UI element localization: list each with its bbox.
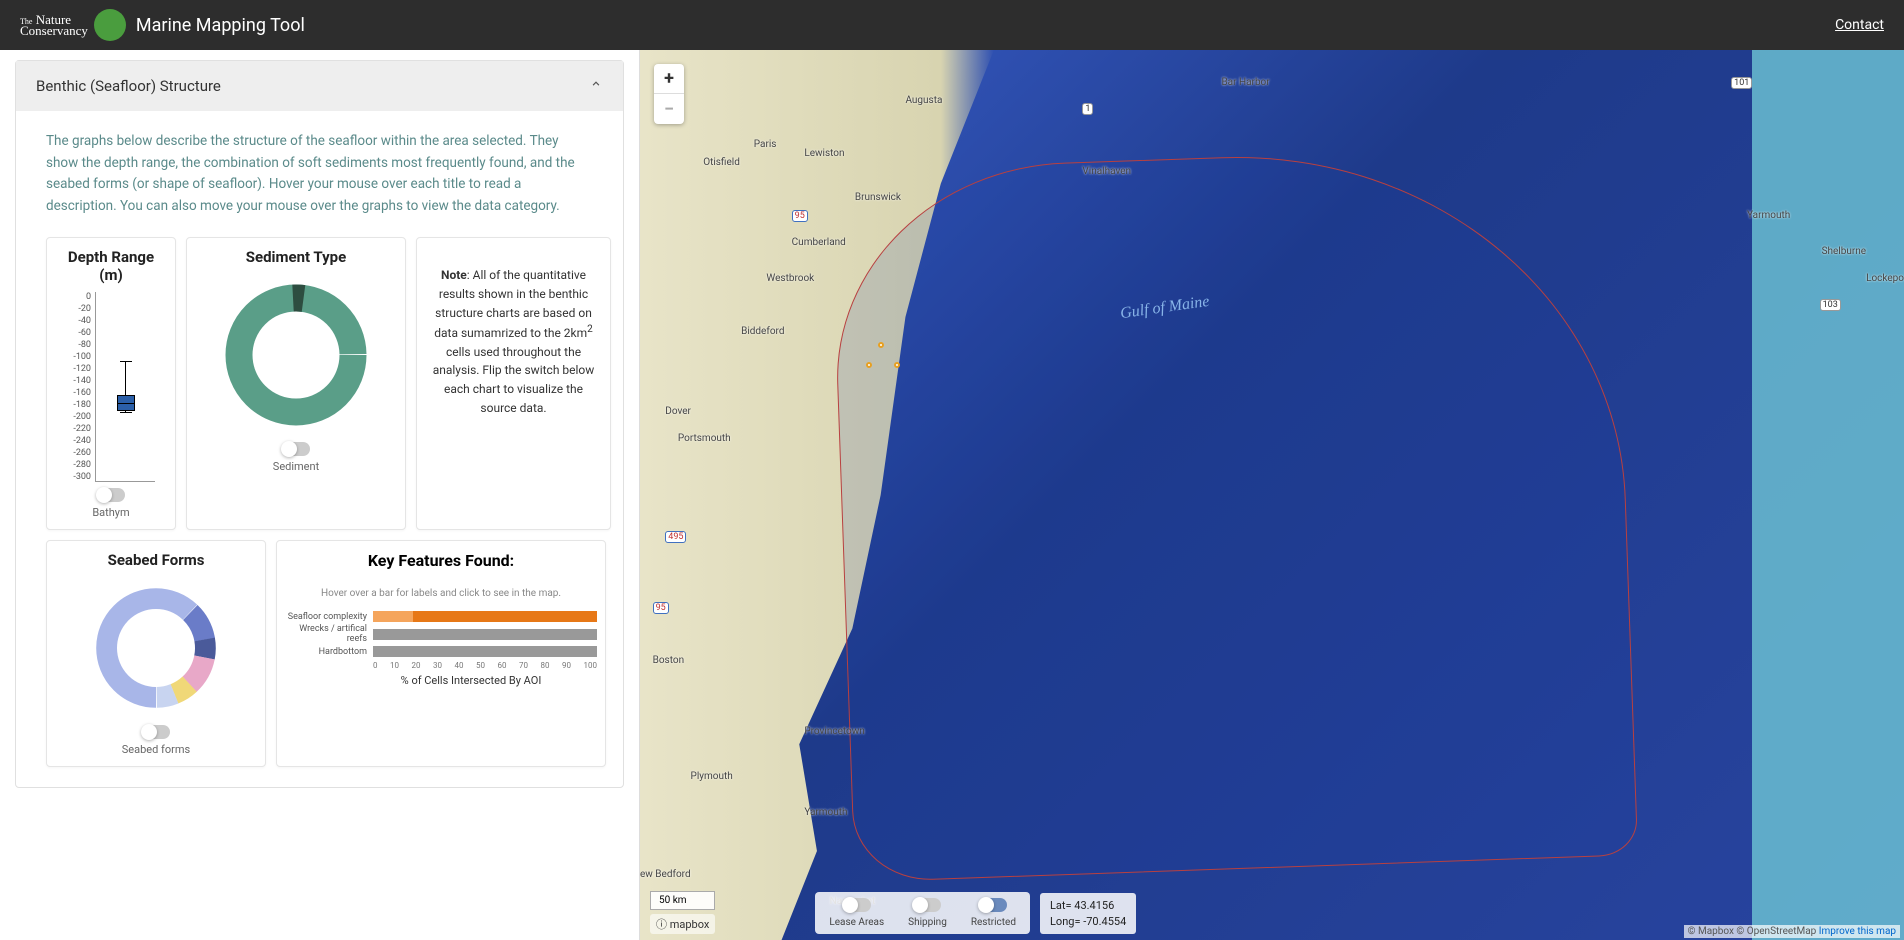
key-features-card: Key Features Found: Hover over a bar for…	[276, 540, 606, 767]
city-lewiston: Lewiston	[804, 148, 844, 159]
top-bar: The Nature Conservancy Marine Mapping To…	[0, 0, 1904, 50]
lease-label: Lease Areas	[829, 917, 884, 928]
city-biddeford: Biddeford	[741, 326, 784, 337]
sediment-toggle[interactable]	[282, 442, 310, 456]
zoom-control: + −	[654, 64, 684, 124]
zoom-out-button[interactable]: −	[654, 94, 684, 124]
panel-title: Benthic (Seafloor) Structure	[36, 77, 221, 95]
kf-title: Key Features Found:	[285, 551, 597, 570]
sediment-donut[interactable]	[221, 280, 371, 430]
map-boundary	[830, 143, 1638, 882]
aoi-triangle[interactable]	[868, 344, 898, 368]
sidebar[interactable]: Benthic (Seafloor) Structure The graphs …	[0, 50, 640, 940]
lat-value: Lat= 43.4156	[1050, 898, 1126, 913]
shipping-label: Shipping	[908, 917, 947, 928]
globe-icon	[94, 9, 126, 41]
city-bar-harbor: Bar Harbor	[1221, 77, 1269, 88]
city-otisfield: Otisfield	[703, 157, 740, 168]
city-provincetown: Provincetown	[804, 726, 864, 737]
depth-title: Depth Range (m)	[55, 248, 167, 284]
note-bold: Note	[441, 268, 467, 282]
seabed-label: Seabed forms	[122, 743, 190, 756]
city-yarmouth-ma: Yarmouth	[804, 807, 847, 818]
depth-boxplot[interactable]: 0-20-40-60-80-100-120-140-160-180-200-22…	[67, 292, 155, 482]
sediment-title: Sediment Type	[246, 248, 346, 266]
shield-i495: 495	[665, 531, 686, 543]
shield-route103: 103	[1820, 299, 1841, 311]
shield-i95-1: 95	[792, 210, 808, 222]
city-westbrook: Westbrook	[766, 273, 814, 284]
seabed-donut[interactable]	[91, 583, 221, 713]
sediment-card: Sediment Type Sediment	[186, 237, 406, 530]
seabed-card: Seabed Forms Seab	[46, 540, 266, 767]
zoom-in-button[interactable]: +	[654, 64, 684, 94]
note-body2: cells used throughout the analysis. Flip…	[433, 345, 595, 415]
coordinates: Lat= 43.4156 Long= -70.4554	[1040, 893, 1136, 934]
chevron-up-icon	[589, 77, 603, 95]
city-augusta: Augusta	[905, 95, 942, 106]
sediment-label: Sediment	[273, 460, 319, 473]
layer-toggles: Lease Areas Shipping Restricted	[815, 892, 1030, 934]
attrib-improve[interactable]: Improve this map	[1819, 926, 1896, 937]
bathym-toggle[interactable]	[97, 488, 125, 502]
attribution[interactable]: © Mapbox © OpenStreetMap Improve this ma…	[1684, 925, 1900, 938]
city-yarmouth-ns: Yarmouth	[1747, 210, 1790, 221]
shield-route101: 101	[1731, 77, 1752, 89]
shield-i95-2: 95	[653, 602, 669, 614]
city-vinalhaven: Vinalhaven	[1082, 166, 1131, 177]
city-new-bedford: ew Bedford	[640, 869, 691, 880]
note-card: Note: All of the quantitative results sh…	[416, 237, 611, 530]
city-brunswick: Brunswick	[855, 192, 901, 203]
mapbox-logo[interactable]: ⓘ mapbox	[650, 914, 715, 934]
seabed-title: Seabed Forms	[108, 551, 205, 569]
restricted-toggle[interactable]	[979, 898, 1007, 912]
note-sup: 2	[587, 324, 593, 335]
city-cumberland: Cumberland	[792, 237, 846, 248]
kf-xlabel: % of Cells Intersected By AOI	[345, 674, 597, 687]
restricted-label: Restricted	[971, 917, 1016, 928]
benthic-panel: Benthic (Seafloor) Structure The graphs …	[15, 60, 624, 788]
attrib-osm[interactable]: © OpenStreetMap	[1736, 926, 1816, 937]
kf-row-hardbottom[interactable]: Hardbottom	[285, 646, 597, 657]
app-title: Marine Mapping Tool	[136, 15, 305, 36]
kf-hint: Hover over a bar for labels and click to…	[285, 588, 597, 599]
city-lockeport: Lockepo	[1866, 273, 1904, 284]
seabed-toggle[interactable]	[142, 725, 170, 739]
city-boston: Boston	[653, 655, 685, 666]
brand: The Nature Conservancy Marine Mapping To…	[20, 9, 305, 41]
shield-route1: 1	[1082, 103, 1093, 115]
intro-text: The graphs below describe the structure …	[46, 131, 593, 217]
depth-axis: 0-20-40-60-80-100-120-140-160-180-200-22…	[67, 292, 91, 482]
city-portsmouth: Portsmouth	[678, 433, 731, 444]
bathym-label: Bathym	[92, 506, 129, 519]
city-paris: Paris	[754, 139, 777, 150]
lease-areas-toggle[interactable]	[843, 898, 871, 912]
logo-conservancy: Conservancy	[20, 23, 88, 38]
tnc-logo: The Nature Conservancy	[20, 9, 126, 41]
kf-axis: 0102030405060708090100	[373, 661, 597, 670]
scale-bar: 50 km	[650, 891, 715, 910]
kf-row-complexity[interactable]: Seafloor complexity	[285, 611, 597, 622]
contact-link[interactable]: Contact	[1835, 17, 1884, 33]
panel-header[interactable]: Benthic (Seafloor) Structure	[16, 61, 623, 111]
attrib-mapbox[interactable]: © Mapbox	[1688, 926, 1734, 937]
map-land-right	[1752, 50, 1904, 940]
lon-value: Long= -70.4554	[1050, 914, 1126, 929]
city-shelburne: Shelburne	[1822, 246, 1867, 257]
shipping-toggle[interactable]	[913, 898, 941, 912]
map[interactable]: Gulf of Maine Augusta Bar Harbor Paris L…	[640, 50, 1904, 940]
depth-range-card: Depth Range (m) 0-20-40-60-80-100-120-14…	[46, 237, 176, 530]
kf-row-wrecks[interactable]: Wrecks / artifical reefs	[285, 624, 597, 644]
city-dover: Dover	[665, 406, 691, 417]
city-plymouth: Plymouth	[691, 771, 733, 782]
